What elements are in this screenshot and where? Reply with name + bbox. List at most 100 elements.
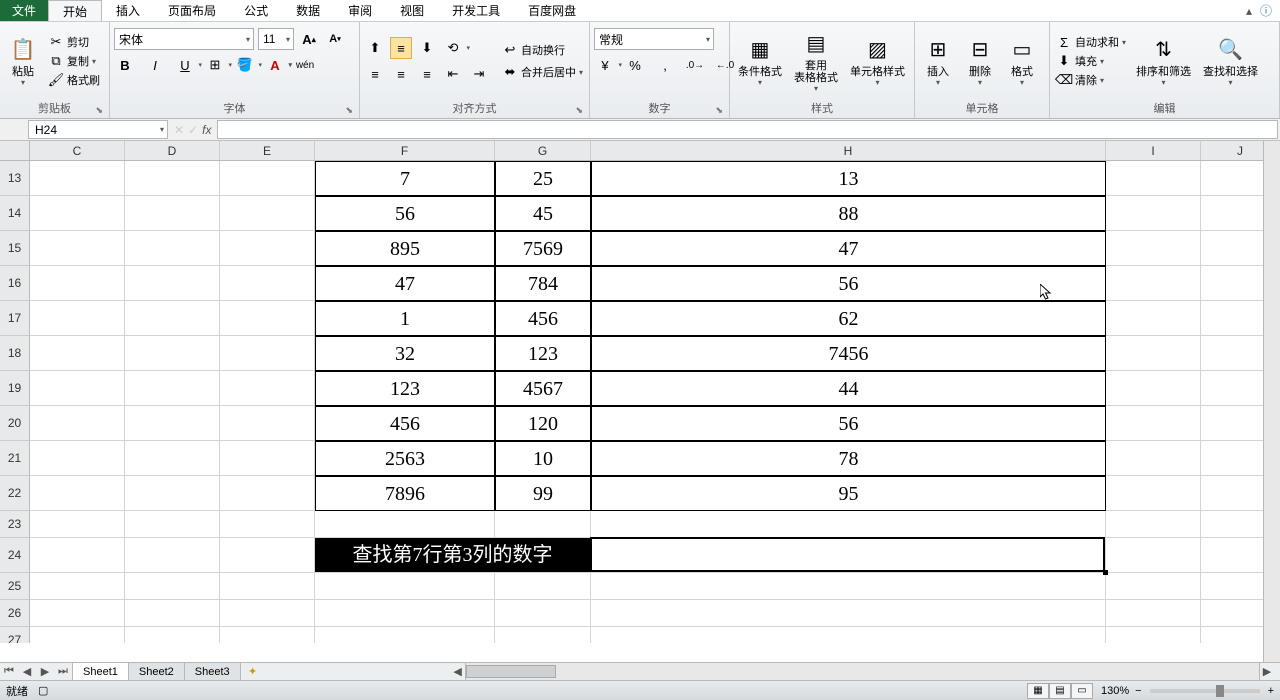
row-header[interactable]: 25 [0, 573, 29, 600]
cell[interactable] [495, 511, 591, 538]
align-left-icon[interactable]: ≡ [364, 63, 386, 85]
tab-data[interactable]: 数据 [282, 0, 334, 21]
cell[interactable] [220, 196, 315, 231]
cell[interactable]: 56 [591, 266, 1106, 301]
cell[interactable]: 47 [591, 231, 1106, 266]
tab-formulas[interactable]: 公式 [230, 0, 282, 21]
help-icon[interactable]: ⓘ [1260, 2, 1272, 19]
phonetic-icon[interactable]: wén [294, 54, 316, 76]
launcher-icon[interactable]: ⬊ [575, 105, 583, 116]
insert-cells-button[interactable]: ⊞插入▾ [919, 34, 957, 89]
cell[interactable] [315, 511, 495, 538]
paste-button[interactable]: 📋 粘贴 ▾ [4, 34, 42, 89]
orientation-icon[interactable]: ⟲▾ [442, 37, 464, 59]
cell[interactable] [591, 511, 1106, 538]
cell[interactable] [220, 161, 315, 196]
cell[interactable] [220, 336, 315, 371]
clear-button[interactable]: ⌫清除▾ [1054, 71, 1128, 89]
cell[interactable] [30, 573, 125, 600]
cell[interactable]: 99 [495, 476, 591, 511]
cell[interactable] [30, 196, 125, 231]
dec-decimal-icon[interactable]: ←.0 [714, 54, 736, 76]
cell[interactable] [125, 627, 220, 643]
cell[interactable] [125, 371, 220, 406]
horizontal-scrollbar[interactable]: ◀ ▶ [465, 663, 1260, 680]
row-header[interactable]: 22 [0, 476, 29, 511]
row-header[interactable]: 19 [0, 371, 29, 406]
cell[interactable] [315, 627, 495, 643]
shrink-font-icon[interactable]: A▾ [324, 28, 346, 50]
cell[interactable] [591, 538, 1106, 573]
row-header[interactable]: 20 [0, 406, 29, 441]
cell[interactable] [1106, 573, 1201, 600]
font-name-select[interactable]: 宋体▾ [114, 28, 254, 50]
currency-icon[interactable]: ¥▾ [594, 54, 616, 76]
launcher-icon[interactable]: ⬊ [345, 105, 353, 116]
tab-page-layout[interactable]: 页面布局 [154, 0, 230, 21]
cell[interactable] [1106, 336, 1201, 371]
enter-formula-icon[interactable]: ✓ [188, 123, 198, 137]
cell[interactable] [125, 336, 220, 371]
format-cells-button[interactable]: ▭格式▾ [1003, 34, 1041, 89]
name-box[interactable]: H24▾ [28, 120, 168, 139]
cell[interactable] [1106, 476, 1201, 511]
tab-dev[interactable]: 开发工具 [438, 0, 514, 21]
format-as-table-button[interactable]: ▤套用 表格格式▾ [790, 28, 842, 95]
cell[interactable] [220, 573, 315, 600]
cell[interactable] [30, 511, 125, 538]
cell[interactable] [30, 600, 125, 627]
cell[interactable] [30, 371, 125, 406]
cell[interactable] [125, 538, 220, 573]
row-header[interactable]: 21 [0, 441, 29, 476]
row-header[interactable]: 18 [0, 336, 29, 371]
cell[interactable] [220, 476, 315, 511]
row-header[interactable]: 26 [0, 600, 29, 627]
cell[interactable]: 895 [315, 231, 495, 266]
percent-icon[interactable]: % [624, 54, 646, 76]
cell[interactable]: 123 [315, 371, 495, 406]
cell[interactable] [1106, 266, 1201, 301]
column-header[interactable]: D [125, 141, 220, 160]
zoom-level[interactable]: 130% [1101, 685, 1129, 697]
align-top-icon[interactable]: ⬆ [364, 37, 386, 59]
sheet-tab[interactable]: Sheet2 [129, 663, 185, 680]
zoom-in-button[interactable]: + [1268, 685, 1274, 697]
column-header[interactable]: H [591, 141, 1106, 160]
cell[interactable]: 56 [591, 406, 1106, 441]
cell[interactable] [591, 600, 1106, 627]
cell[interactable]: 25 [495, 161, 591, 196]
cell[interactable]: 120 [495, 406, 591, 441]
cell[interactable] [1106, 441, 1201, 476]
cell[interactable] [591, 573, 1106, 600]
cell[interactable]: 456 [495, 301, 591, 336]
cell[interactable]: 7569 [495, 231, 591, 266]
file-tab[interactable]: 文件 [0, 0, 48, 21]
cell[interactable] [1106, 538, 1201, 573]
launcher-icon[interactable]: ⬊ [715, 105, 723, 116]
bold-icon[interactable]: B [114, 54, 136, 76]
cell[interactable] [220, 301, 315, 336]
cell[interactable] [125, 511, 220, 538]
align-bottom-icon[interactable]: ⬇ [416, 37, 438, 59]
align-center-icon[interactable]: ≡ [390, 63, 412, 85]
fx-icon[interactable]: fx [202, 123, 211, 137]
sheet-tab[interactable]: Sheet1 [73, 663, 129, 680]
cell[interactable] [220, 441, 315, 476]
cell[interactable]: 123 [495, 336, 591, 371]
column-header[interactable]: C [30, 141, 125, 160]
cell[interactable]: 1 [315, 301, 495, 336]
align-middle-icon[interactable]: ≡ [390, 37, 412, 59]
cell[interactable] [220, 231, 315, 266]
row-header[interactable]: 14 [0, 196, 29, 231]
fill-color-icon[interactable]: 🪣▾ [234, 54, 256, 76]
cell[interactable] [30, 161, 125, 196]
cut-button[interactable]: ✂剪切 [46, 33, 102, 51]
cell[interactable] [1106, 371, 1201, 406]
border-icon[interactable]: ⊞▾ [204, 54, 226, 76]
cell[interactable] [30, 406, 125, 441]
cell[interactable] [30, 301, 125, 336]
formula-bar[interactable] [217, 120, 1278, 139]
new-sheet-button[interactable]: ✦ [241, 663, 265, 680]
align-right-icon[interactable]: ≡ [416, 63, 438, 85]
minimize-ribbon-icon[interactable]: ▴ [1246, 4, 1252, 18]
